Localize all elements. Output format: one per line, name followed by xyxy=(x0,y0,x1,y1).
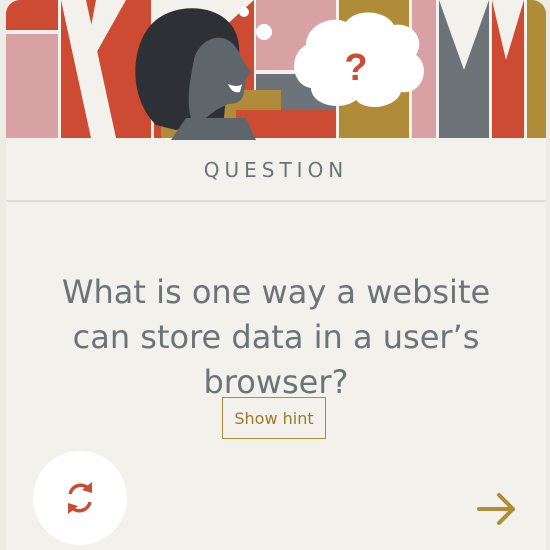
refresh-cycle-icon xyxy=(68,482,92,514)
arrow-right-icon xyxy=(477,493,515,525)
refresh-button[interactable] xyxy=(33,451,127,545)
question-text: What is one way a website can store data… xyxy=(61,273,491,401)
show-hint-button[interactable]: Show hint xyxy=(222,397,326,439)
thought-bubble-symbol: ? xyxy=(344,47,367,89)
next-button[interactable] xyxy=(472,484,522,534)
hero-illustration-art: ? xyxy=(6,0,546,140)
section-label: QUESTION xyxy=(6,140,546,202)
hero-illustration: ? xyxy=(6,0,546,140)
question-card: ? QUESTION What is one way a website can… xyxy=(6,0,546,550)
